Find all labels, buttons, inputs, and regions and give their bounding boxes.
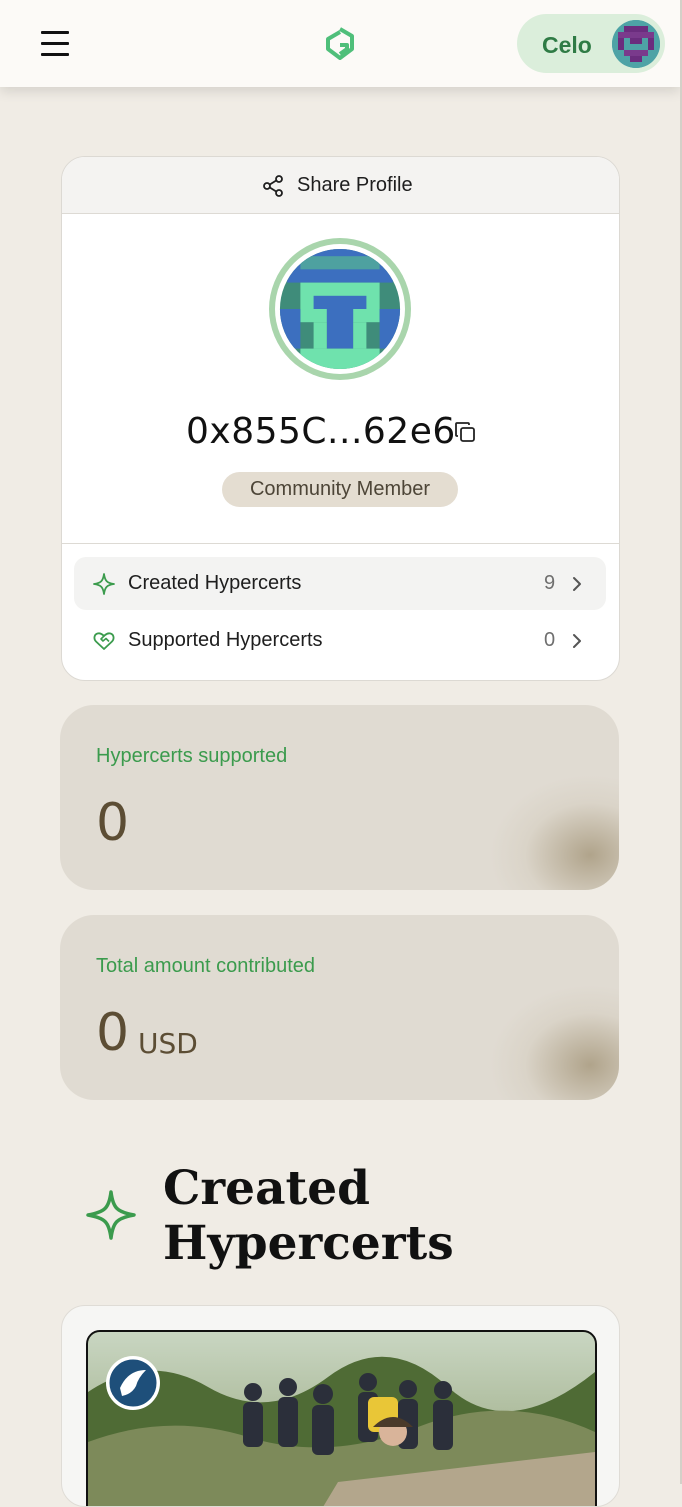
share-profile-label: Share Profile (297, 174, 413, 196)
hypercert-image[interactable] (86, 1330, 597, 1506)
menu-item-label: Created Hypercerts (128, 572, 302, 594)
chevron-right-icon (573, 577, 581, 591)
hypercert-card[interactable] (61, 1305, 620, 1507)
network-wallet-button[interactable]: Celo (517, 14, 665, 73)
network-label: Celo (542, 32, 592, 58)
share-profile-button[interactable]: Share Profile (62, 157, 619, 214)
wallet-address: 0x855C...62e6 (186, 411, 456, 452)
stat-value: 0 (96, 1003, 130, 1063)
sparkle-icon (86, 1190, 136, 1240)
stat-label: Total amount contributed (96, 955, 316, 977)
divider (62, 543, 619, 544)
hamburger-menu-icon[interactable] (41, 31, 69, 57)
menu-item-count: 0 (544, 629, 556, 651)
stat-value: 0 (96, 793, 130, 853)
sparkle-icon (93, 573, 115, 595)
heart-handshake-icon (93, 632, 115, 650)
stat-label: Hypercerts supported (96, 745, 288, 767)
organization-logo (106, 1356, 160, 1410)
menu-item-label: Supported Hypercerts (128, 629, 323, 651)
menu-item-supported-hypercerts[interactable]: Supported Hypercerts 0 (74, 614, 606, 667)
copy-icon[interactable] (453, 420, 477, 444)
profile-card: Share Profile 0x855C...62e6 Community Me… (61, 156, 620, 681)
wallet-avatar (612, 20, 660, 68)
role-badge: Community Member (222, 472, 458, 507)
share-icon (263, 175, 283, 197)
chevron-right-icon (573, 634, 581, 648)
stat-unit: USD (138, 1027, 198, 1060)
stat-card-total-contributed: Total amount contributed 0 USD (60, 915, 619, 1100)
stat-card-hypercerts-supported: Hypercerts supported 0 (60, 705, 619, 890)
menu-item-count: 9 (544, 572, 556, 594)
top-navigation-bar: Celo (0, 0, 680, 87)
section-title: Created Hypercerts (163, 1161, 454, 1271)
menu-item-created-hypercerts[interactable]: Created Hypercerts 9 (74, 557, 606, 610)
app-logo-icon[interactable] (325, 27, 355, 61)
profile-avatar (269, 238, 411, 380)
